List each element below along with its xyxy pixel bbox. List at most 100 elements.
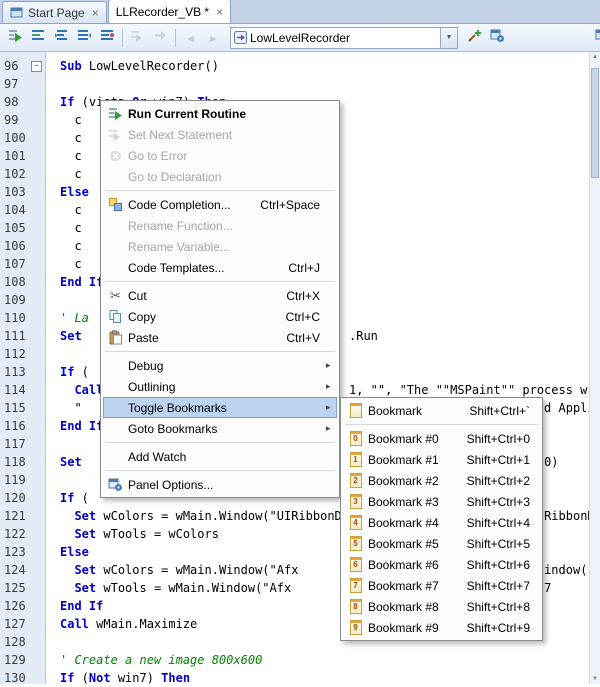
forward-icon: ► xyxy=(208,29,219,47)
line-number: 104 xyxy=(0,201,45,219)
outline-button-4[interactable] xyxy=(96,27,119,49)
bookmark-icon: 7 xyxy=(350,578,362,593)
bookmark-icon: 4 xyxy=(350,515,362,530)
tab-close-icon[interactable]: × xyxy=(216,7,223,17)
tab-llrecorder-vb[interactable]: LLRecorder_VB *× xyxy=(108,0,231,23)
menu-item-label: Bookmark #0 xyxy=(368,432,455,446)
menu-item-shortcut: Shift+Ctrl+` xyxy=(457,404,536,418)
scroll-down-icon[interactable]: ▼ xyxy=(590,676,600,682)
copy-icon xyxy=(103,309,128,324)
routine-selector[interactable]: LowLevelRecorder▼ xyxy=(230,27,458,49)
menu-item-debug[interactable]: Debug▸ xyxy=(103,355,337,376)
menu-item-toggle-bookmarks[interactable]: Toggle Bookmarks▸ xyxy=(103,397,337,418)
menu-item-label: Code Templates... xyxy=(128,261,276,275)
menu-item-bookmark-6[interactable]: 6Bookmark #6Shift+Ctrl+6 xyxy=(343,554,540,575)
line-number: 98 xyxy=(0,93,45,111)
menu-item-bookmark-4[interactable]: 4Bookmark #4Shift+Ctrl+4 xyxy=(343,512,540,533)
bookmark-submenu: BookmarkShift+Ctrl+` 0Bookmark #0Shift+Ct… xyxy=(340,397,543,641)
menu-item-run-current-routine[interactable]: Run Current Routine xyxy=(103,103,337,124)
bookmark-icon: 6 xyxy=(343,557,368,572)
code-completion-icon xyxy=(103,197,128,212)
line-number: 111 xyxy=(0,327,45,345)
outline-button-1[interactable] xyxy=(27,27,50,49)
menu-item-label: Bookmark #6 xyxy=(368,558,455,572)
fold-collapse-icon[interactable]: − xyxy=(31,61,42,72)
code-line: Sub LowLevelRecorder() xyxy=(60,57,590,75)
menu-item-bookmark-0[interactable]: 0Bookmark #0Shift+Ctrl+0 xyxy=(343,428,540,449)
line-number: 118 xyxy=(0,453,45,471)
menu-item-bookmark-2[interactable]: 2Bookmark #2Shift+Ctrl+2 xyxy=(343,470,540,491)
menu-item-shortcut: Shift+Ctrl+5 xyxy=(455,537,536,551)
menu-item-bookmark-3[interactable]: 3Bookmark #3Shift+Ctrl+3 xyxy=(343,491,540,512)
gutter[interactable]: 9697989910010110210310410510610710810911… xyxy=(0,52,46,684)
menu-item-panel-options[interactable]: Panel Options... xyxy=(103,474,337,495)
menu-item-paste[interactable]: PasteCtrl+V xyxy=(103,327,337,348)
menu-item-label: Bookmark #9 xyxy=(368,621,455,635)
menu-item-cut[interactable]: ✂CutCtrl+X xyxy=(103,285,337,306)
menu-item-outlining[interactable]: Outlining▸ xyxy=(103,376,337,397)
code-line xyxy=(60,75,590,93)
menu-item-label: Add Watch xyxy=(128,450,308,464)
add-routine-button[interactable] xyxy=(463,27,486,49)
run-current-routine-button[interactable] xyxy=(4,27,27,49)
line-number: 108 xyxy=(0,273,45,291)
tab-label: Start Page xyxy=(28,6,85,20)
menu-item-shortcut: Shift+Ctrl+4 xyxy=(455,516,536,530)
toolbar-separator xyxy=(122,29,123,47)
menu-item-label: Rename Function... xyxy=(128,219,308,233)
bookmark-icon xyxy=(343,403,368,418)
menu-item-label: Debug xyxy=(128,359,308,373)
menu-item-shortcut: Ctrl+V xyxy=(274,331,326,345)
submenu-arrow-icon: ▸ xyxy=(326,423,337,434)
panel-options-button[interactable] xyxy=(486,27,509,49)
vertical-scrollbar[interactable]: ▲ ▼ xyxy=(589,52,600,684)
back-icon: ◄ xyxy=(185,29,196,47)
combo-dropdown-icon[interactable]: ▼ xyxy=(440,28,457,48)
menu-item-shortcut: Shift+Ctrl+1 xyxy=(455,453,536,467)
scrollbar-thumb[interactable] xyxy=(591,68,599,178)
menu-item-shortcut: Ctrl+Space xyxy=(248,198,326,212)
menu-item-copy[interactable]: CopyCtrl+C xyxy=(103,306,337,327)
panel-options-icon xyxy=(490,28,505,48)
bookmark-icon: 9 xyxy=(350,620,362,635)
panel-options-icon xyxy=(595,28,600,48)
menu-item-bookmark-1[interactable]: 1Bookmark #1Shift+Ctrl+1 xyxy=(343,449,540,470)
menu-item-bookmark-9[interactable]: 9Bookmark #9Shift+Ctrl+9 xyxy=(343,617,540,638)
line-number: 130 xyxy=(0,669,45,687)
scroll-up-icon[interactable]: ▲ xyxy=(590,54,600,60)
show-next-statement-button xyxy=(149,27,172,49)
outline-button-3[interactable] xyxy=(73,27,96,49)
bookmark-icon: 7 xyxy=(343,578,368,593)
menu-item-label: Bookmark #3 xyxy=(368,495,455,509)
menu-item-bookmark[interactable]: BookmarkShift+Ctrl+` xyxy=(343,400,540,421)
toolbar: ◄ ► LowLevelRecorder▼ xyxy=(0,24,600,52)
menu-item-bookmark-8[interactable]: 8Bookmark #8Shift+Ctrl+8 xyxy=(343,596,540,617)
menu-item-label: Go to Error xyxy=(128,149,308,163)
menu-item-code-templates[interactable]: Code Templates...Ctrl+J xyxy=(103,257,337,278)
menu-separator xyxy=(105,470,335,471)
menu-item-set-next-statement: Set Next Statement xyxy=(103,124,337,145)
menu-item-add-watch[interactable]: Add Watch xyxy=(103,446,337,467)
line-number: 117 xyxy=(0,435,45,453)
tab-close-icon[interactable]: × xyxy=(92,8,99,18)
code-line: ' Create a new image 800x600 xyxy=(60,651,590,669)
bars-b-icon xyxy=(54,28,69,48)
menu-item-bookmark-5[interactable]: 5Bookmark #5Shift+Ctrl+5 xyxy=(343,533,540,554)
overflow-toolbar-button[interactable] xyxy=(591,27,600,49)
menu-item-rename-function: Rename Function... xyxy=(103,215,337,236)
line-number: 105 xyxy=(0,219,45,237)
bookmark-icon: 9 xyxy=(343,620,368,635)
line-number: 110 xyxy=(0,309,45,327)
outline-button-2[interactable] xyxy=(50,27,73,49)
menu-item-code-completion[interactable]: Code Completion...Ctrl+Space xyxy=(103,194,337,215)
menu-item-shortcut: Shift+Ctrl+2 xyxy=(455,474,536,488)
line-number: 100 xyxy=(0,129,45,147)
line-number: 127 xyxy=(0,615,45,633)
menu-item-goto-bookmarks[interactable]: Goto Bookmarks▸ xyxy=(103,418,337,439)
line-number: 121 xyxy=(0,507,45,525)
menu-item-bookmark-7[interactable]: 7Bookmark #7Shift+Ctrl+7 xyxy=(343,575,540,596)
bookmark-icon: 5 xyxy=(343,536,368,551)
tab-start-page[interactable]: Start Page × xyxy=(2,1,107,23)
menu-item-shortcut: Shift+Ctrl+6 xyxy=(455,558,536,572)
menu-item-label: Run Current Routine xyxy=(128,107,308,121)
